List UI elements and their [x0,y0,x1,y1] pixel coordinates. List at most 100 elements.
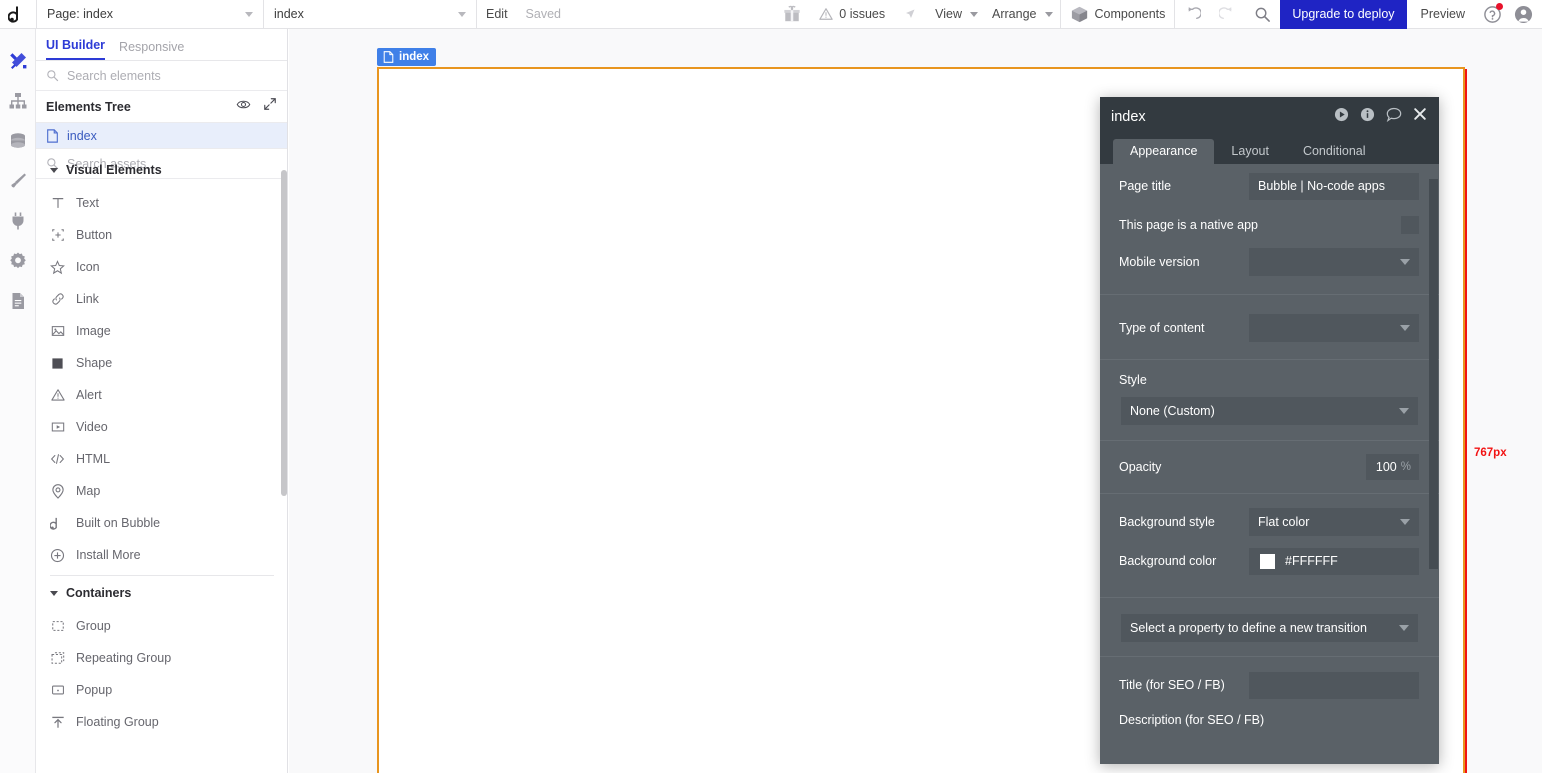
color-swatch[interactable] [1260,553,1275,569]
palette-item-label: Alert [76,388,102,402]
sidebar-item-ui-builder[interactable] [0,41,36,81]
redo-icon[interactable] [1210,0,1245,28]
bubble-logo-icon[interactable] [0,0,36,28]
palette-item-label: Button [76,228,113,242]
cursor-arrow-icon[interactable] [894,0,928,28]
sidebar-item-workflow[interactable] [0,81,36,121]
search-icon[interactable] [1245,0,1280,28]
tree-row-index[interactable]: index [36,123,287,149]
sidebar-item-settings[interactable] [0,241,36,281]
info-icon[interactable] [1360,107,1375,127]
style-select[interactable]: None (Custom) [1121,397,1418,425]
palette-item-floating-group[interactable]: Floating Group [36,706,287,738]
sidebar-item-plugins[interactable] [0,201,36,241]
play-icon[interactable] [1334,107,1349,127]
palette-item-label: Text [76,196,99,210]
button-icon [50,228,65,242]
tab-ui-builder[interactable]: UI Builder [46,38,106,60]
palette-item-video[interactable]: Video [36,411,287,443]
palette-item-shape[interactable]: Shape [36,347,287,379]
edit-mode-button[interactable]: Edit [477,7,517,21]
section-containers[interactable]: Containers [36,576,287,610]
palette-item-alert[interactable]: Alert [36,379,287,411]
type-of-content-select[interactable] [1249,314,1419,342]
expand-arrows-icon[interactable] [263,97,277,116]
palette-item-text[interactable]: Text [36,187,287,219]
notification-dot [1496,3,1503,10]
field-native-app: This page is a native app [1100,208,1439,242]
components-button[interactable]: Components [1061,0,1175,28]
issues-indicator[interactable]: 0 issues [810,0,894,28]
palette-item-repeating-group[interactable]: Repeating Group [36,642,287,674]
palette-item-built-on-bubble[interactable]: Built on Bubble [36,507,287,539]
arrange-menu[interactable]: Arrange [985,0,1059,28]
eye-icon[interactable] [236,97,251,117]
palette-item-label: Group [76,619,111,633]
chevron-down-icon [1399,408,1409,414]
sidebar-item-styles[interactable] [0,161,36,201]
gift-icon[interactable] [774,0,810,28]
palette-item-html[interactable]: HTML [36,443,287,475]
section-containers-label: Containers [66,586,132,600]
background-color-value: #FFFFFF [1285,554,1338,568]
palette-item-icon[interactable]: Icon [36,251,287,283]
field-mobile-version: Mobile version [1100,242,1439,282]
user-avatar-icon[interactable] [1505,0,1542,28]
palette-item-map[interactable]: Map [36,475,287,507]
property-panel-title: index [1111,108,1146,125]
hierarchy-icon [9,93,27,109]
group-icon [50,619,65,633]
native-app-checkbox[interactable] [1401,216,1419,234]
opacity-value: 100 [1375,460,1397,474]
property-editor-panel: index Appearance Layout Conditional Page… [1100,97,1439,764]
palette-item-label: Icon [76,260,100,274]
search-elements-input[interactable]: Search elements [36,61,287,91]
palette-item-button[interactable]: Button [36,219,287,251]
floating-group-icon [50,715,65,729]
left-icon-rail [0,29,36,773]
canvas-page-tab[interactable]: index [377,48,437,66]
help-button[interactable] [1479,0,1505,28]
chevron-down-icon [1044,11,1053,17]
palette-item-popup[interactable]: Popup [36,674,287,706]
palette-item-label: Map [76,484,101,498]
palette-item-link[interactable]: Link [36,283,287,315]
arrange-menu-label: Arrange [992,7,1037,21]
property-panel-tabs: Appearance Layout Conditional [1100,136,1439,164]
preview-button[interactable]: Preview [1407,7,1479,21]
paintbrush-icon [11,173,26,188]
tab-appearance[interactable]: Appearance [1113,139,1215,164]
sidebar-item-logs[interactable] [0,281,36,321]
tab-conditional[interactable]: Conditional [1286,139,1383,164]
mobile-version-select[interactable] [1249,248,1419,276]
left-panel-scrollbar[interactable] [281,170,287,496]
palette-item-group[interactable]: Group [36,610,287,642]
tab-responsive[interactable]: Responsive [119,40,184,60]
opacity-input[interactable]: 100 % [1366,454,1419,480]
element-selector[interactable]: index [264,0,476,28]
undo-icon[interactable] [1175,0,1210,28]
view-menu[interactable]: View [928,0,985,28]
chevron-down-icon [245,11,253,17]
page-selector[interactable]: Page: index [37,0,263,28]
transition-select[interactable]: Select a property to define a new transi… [1121,614,1418,642]
palette-item-install-more[interactable]: Install More [36,539,287,571]
section-visual-elements[interactable]: Visual Elements [36,153,287,187]
page-title-input[interactable]: Bubble | No-code apps [1249,172,1419,200]
components-label: Components [1094,7,1166,21]
page-selector-label: Page: index [47,7,114,21]
tab-layout[interactable]: Layout [1214,139,1286,164]
palette-item-label: Install More [76,548,141,562]
close-icon[interactable] [1413,107,1427,126]
palette-item-label: Floating Group [76,715,159,729]
field-seo-title: Title (for SEO / FB) [1100,665,1439,705]
background-style-select[interactable]: Flat color [1249,508,1419,536]
seo-title-input[interactable] [1249,671,1419,699]
sidebar-item-data[interactable] [0,121,36,161]
palette-item-image[interactable]: Image [36,315,287,347]
alert-triangle-icon [50,388,65,402]
property-panel-scrollbar[interactable] [1429,179,1438,569]
comment-icon[interactable] [1386,107,1402,127]
upgrade-to-deploy-button[interactable]: Upgrade to deploy [1280,0,1407,29]
background-color-input[interactable]: #FFFFFF [1249,547,1419,575]
